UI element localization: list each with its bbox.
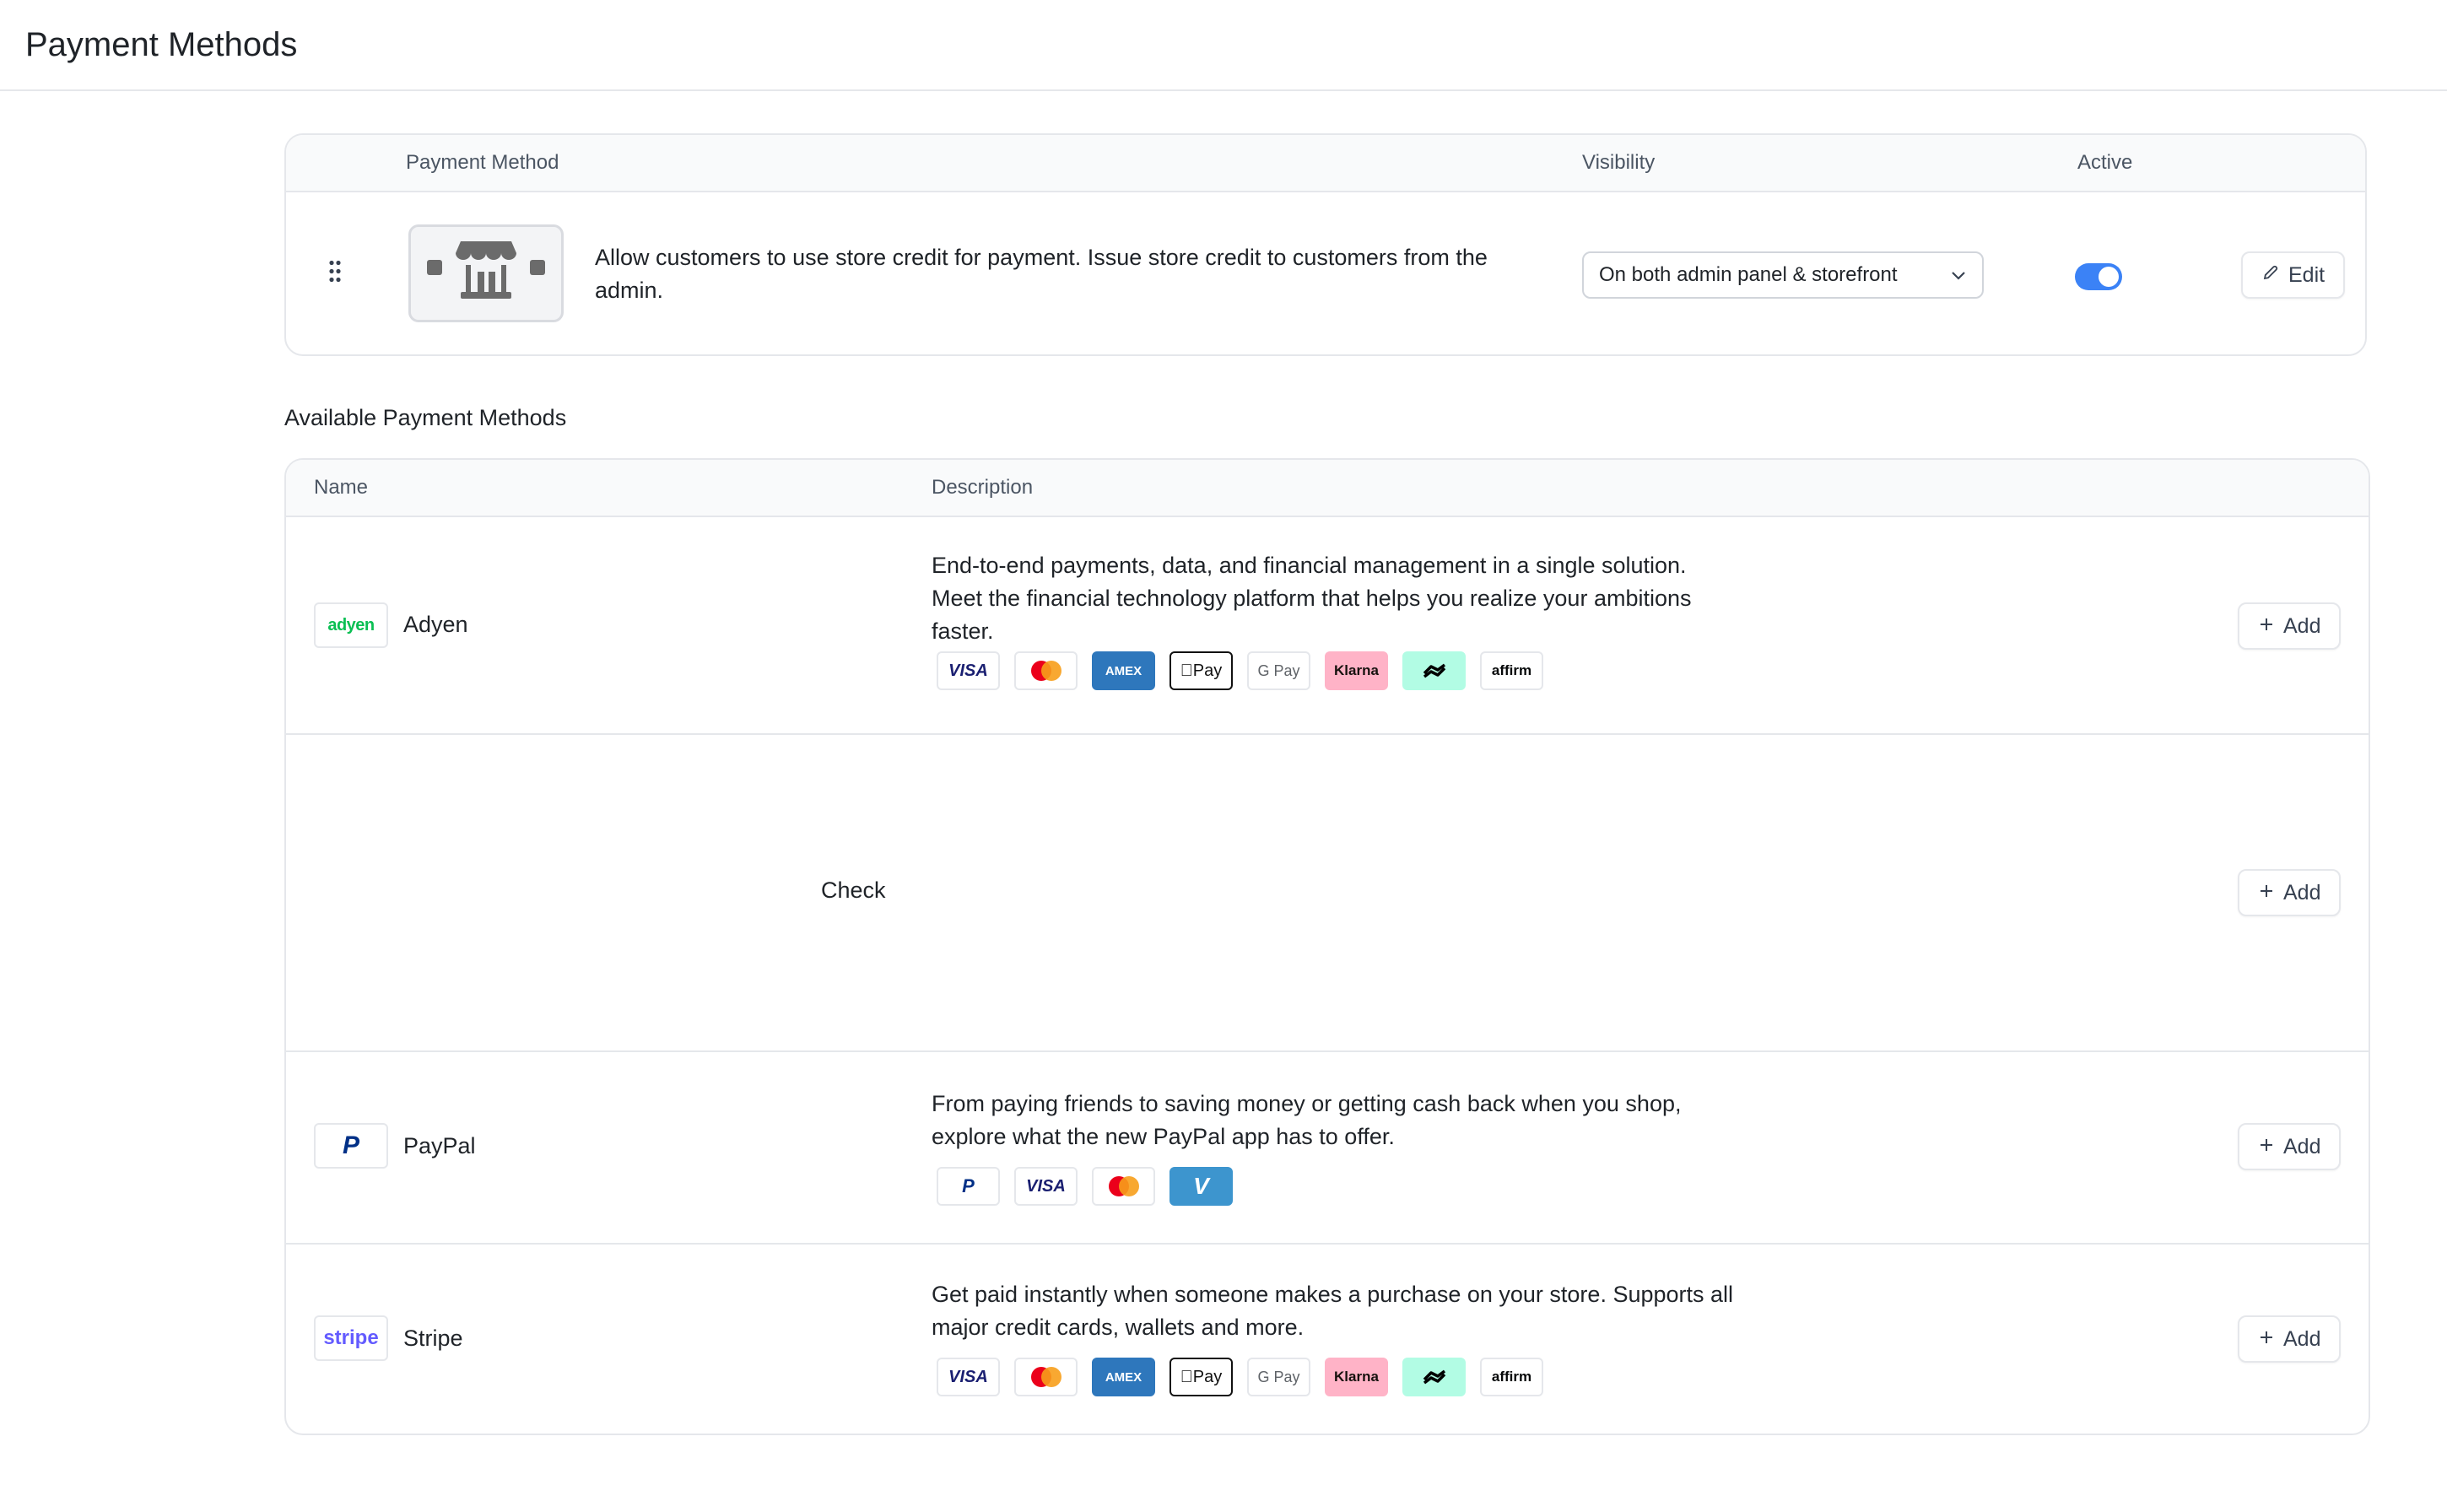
adyen-logo: adyen xyxy=(314,602,388,648)
mastercard-badge xyxy=(1092,1167,1155,1206)
method-name: Check xyxy=(821,878,886,903)
page-header: Payment Methods xyxy=(0,0,2447,91)
affirm-badge: affirm xyxy=(1480,1358,1543,1396)
plus-icon xyxy=(2258,614,2275,639)
table-row: Check Add xyxy=(286,735,2369,1052)
table-row: Allow customers to use store credit for … xyxy=(286,192,2365,354)
drag-handle-icon[interactable] xyxy=(328,260,342,287)
table-row: stripe Stripe Get paid instantly when so… xyxy=(286,1245,2369,1434)
venmo-badge: V xyxy=(1169,1167,1233,1206)
add-stripe-button[interactable]: Add xyxy=(2238,1315,2342,1363)
method-name: Adyen xyxy=(403,612,468,637)
edit-button-label: Edit xyxy=(2288,262,2325,287)
method-name: PayPal xyxy=(403,1133,476,1158)
amex-badge: AMEX xyxy=(1092,1358,1155,1396)
table-row: P PayPal From paying friends to saving m… xyxy=(286,1052,2369,1245)
paypal-badge: P xyxy=(937,1167,1000,1206)
method-name: Stripe xyxy=(403,1326,463,1351)
paypal-logo: P xyxy=(314,1123,388,1169)
table-header: Name Description xyxy=(286,460,2369,517)
toggle-knob xyxy=(2099,267,2119,287)
add-adyen-button[interactable]: Add xyxy=(2238,602,2342,650)
payment-badges: VISA AMEX Pay G Pay Klarna affirm xyxy=(937,651,1543,690)
page-title: Payment Methods xyxy=(25,25,298,63)
add-paypal-button[interactable]: Add xyxy=(2238,1123,2342,1170)
store-credit-logo xyxy=(408,224,564,322)
header-active: Active xyxy=(2077,151,2133,174)
active-payment-methods-table: Payment Method Visibility Active Allow c… xyxy=(284,133,2367,356)
apple-pay-badge: Pay xyxy=(1169,1358,1233,1396)
header-payment-method: Payment Method xyxy=(406,151,559,174)
visa-badge: VISA xyxy=(1014,1167,1078,1206)
klarna-badge: Klarna xyxy=(1325,651,1388,690)
google-pay-badge: G Pay xyxy=(1247,1358,1310,1396)
visa-badge: VISA xyxy=(937,1358,1000,1396)
google-pay-badge: G Pay xyxy=(1247,651,1310,690)
afterpay-badge xyxy=(1402,651,1466,690)
add-check-button[interactable]: Add xyxy=(2238,869,2342,916)
table-row: adyen Adyen End-to-end payments, data, a… xyxy=(286,517,2369,735)
apple-pay-badge: Pay xyxy=(1169,651,1233,690)
pencil-icon xyxy=(2261,263,2280,288)
store-credit-description: Allow customers to use store credit for … xyxy=(595,245,1488,303)
main-content: Payment Method Visibility Active Allow c… xyxy=(284,133,2370,1435)
plus-icon xyxy=(2258,881,2275,905)
method-description: Get paid instantly when someone makes a … xyxy=(932,1282,1734,1340)
visibility-select[interactable]: On both admin panel & storefront xyxy=(1582,251,1984,299)
header-description: Description xyxy=(932,476,1034,499)
amex-badge: AMEX xyxy=(1092,651,1155,690)
table-header: Payment Method Visibility Active xyxy=(286,135,2365,192)
payment-badges: VISA AMEX Pay G Pay Klarna affirm xyxy=(937,1358,1543,1396)
header-visibility: Visibility xyxy=(1582,151,1656,174)
afterpay-badge xyxy=(1402,1358,1466,1396)
payment-badges: P VISA V xyxy=(937,1167,1233,1206)
method-description: From paying friends to saving money or g… xyxy=(932,1091,1682,1149)
affirm-badge: affirm xyxy=(1480,651,1543,690)
available-payment-methods-table: Name Description adyen Adyen End-to-end … xyxy=(284,458,2370,1435)
visibility-select-value: On both admin panel & storefront xyxy=(1599,263,1898,286)
storefront-icon xyxy=(419,238,554,310)
active-toggle[interactable] xyxy=(2075,263,2122,290)
klarna-badge: Klarna xyxy=(1325,1358,1388,1396)
mastercard-badge xyxy=(1014,651,1078,690)
section-title: Available Payment Methods xyxy=(284,405,567,430)
header-name: Name xyxy=(314,476,369,499)
edit-button[interactable]: Edit xyxy=(2241,251,2346,299)
chevron-down-icon xyxy=(1950,263,1967,287)
mastercard-badge xyxy=(1014,1358,1078,1396)
method-description: End-to-end payments, data, and financial… xyxy=(932,553,1692,644)
plus-icon xyxy=(2258,1327,2275,1352)
visa-badge: VISA xyxy=(937,651,1000,690)
stripe-logo: stripe xyxy=(314,1315,388,1361)
plus-icon xyxy=(2258,1135,2275,1159)
